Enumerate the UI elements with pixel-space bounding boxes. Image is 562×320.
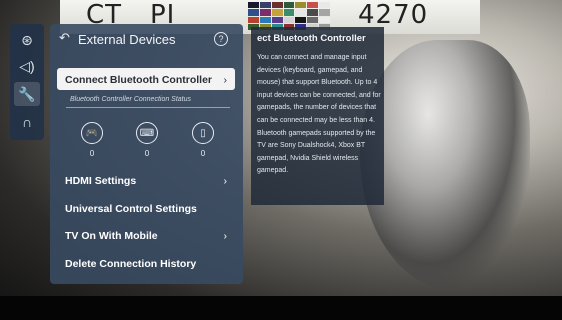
color-swatch-grid <box>248 2 330 30</box>
color-swatch <box>283 9 295 16</box>
description-panel: ect Bluetooth Controller You can connect… <box>251 27 384 205</box>
color-swatch <box>248 16 259 23</box>
color-swatch <box>248 9 259 16</box>
color-swatch <box>271 9 283 16</box>
color-swatch <box>307 16 319 23</box>
keyboard-count: 0 <box>144 149 150 158</box>
chevron-right-icon: › <box>223 230 228 242</box>
color-swatch <box>259 9 271 16</box>
menu-item-tv-on-with-mobile[interactable]: TV On With Mobile › <box>65 230 233 242</box>
chevron-right-icon: › <box>223 175 228 187</box>
chevron-right-icon: › <box>223 74 228 86</box>
color-swatch <box>307 9 319 16</box>
description-title: ect Bluetooth Controller <box>257 33 366 44</box>
back-icon[interactable]: ↶ <box>59 30 70 46</box>
gamepad-count: 0 <box>89 149 95 158</box>
color-swatch <box>248 2 259 9</box>
connect-bluetooth-controller-text: Connect Bluetooth Controller <box>65 74 212 86</box>
tv-on-with-mobile-label: TV On With Mobile <box>65 230 158 242</box>
settings-category-rail: ⊛ ◁) 🔧 ∩ <box>10 24 44 140</box>
help-icon[interactable]: ? <box>214 32 228 46</box>
color-swatch <box>259 16 271 23</box>
universal-control-settings-label: Universal Control Settings <box>65 203 197 215</box>
description-body: You can connect and manage input devices… <box>257 54 381 175</box>
color-swatch <box>271 16 283 23</box>
menu-item-delete-connection-history[interactable]: Delete Connection History <box>65 258 233 270</box>
panel-header: ↶ External Devices ? <box>50 24 243 56</box>
color-swatch <box>283 2 295 9</box>
mouse-icon: ▯ <box>192 122 214 144</box>
all-settings-icon[interactable]: ⊛ <box>14 28 40 52</box>
color-swatch <box>271 2 283 9</box>
wrench-icon[interactable]: 🔧 <box>14 82 40 106</box>
letterbox-bar <box>0 296 562 320</box>
color-swatch <box>319 16 330 23</box>
connect-bluetooth-controller-label: Connect Bluetooth Controller › <box>65 74 233 86</box>
page-title: External Devices <box>78 32 176 47</box>
external-devices-panel: ↶ External Devices ? Connect Bluetooth C… <box>50 24 243 284</box>
color-swatch <box>295 2 307 9</box>
keyboard-icon: ⌨ <box>136 122 158 144</box>
color-swatch <box>295 16 307 23</box>
sound-icon[interactable]: ◁) <box>14 54 40 78</box>
support-headset-icon[interactable]: ∩ <box>14 110 40 134</box>
hdmi-settings-label: HDMI Settings <box>65 175 137 187</box>
delete-connection-history-label: Delete Connection History <box>65 258 197 270</box>
color-swatch <box>319 2 330 9</box>
color-swatch <box>283 16 295 23</box>
mouse-count: 0 <box>200 149 206 158</box>
color-swatch <box>259 2 271 9</box>
color-swatch <box>295 9 307 16</box>
background-text-right: 4270 <box>358 0 429 30</box>
divider <box>66 107 230 108</box>
menu-item-universal-control-settings[interactable]: Universal Control Settings <box>65 203 233 215</box>
menu-item-hdmi-settings[interactable]: HDMI Settings › <box>65 175 233 187</box>
connection-status-caption: Bluetooth Controller Connection Status <box>70 96 192 103</box>
color-swatch <box>319 9 330 16</box>
color-swatch <box>307 2 319 9</box>
gamepad-icon: 🎮 <box>81 122 103 144</box>
